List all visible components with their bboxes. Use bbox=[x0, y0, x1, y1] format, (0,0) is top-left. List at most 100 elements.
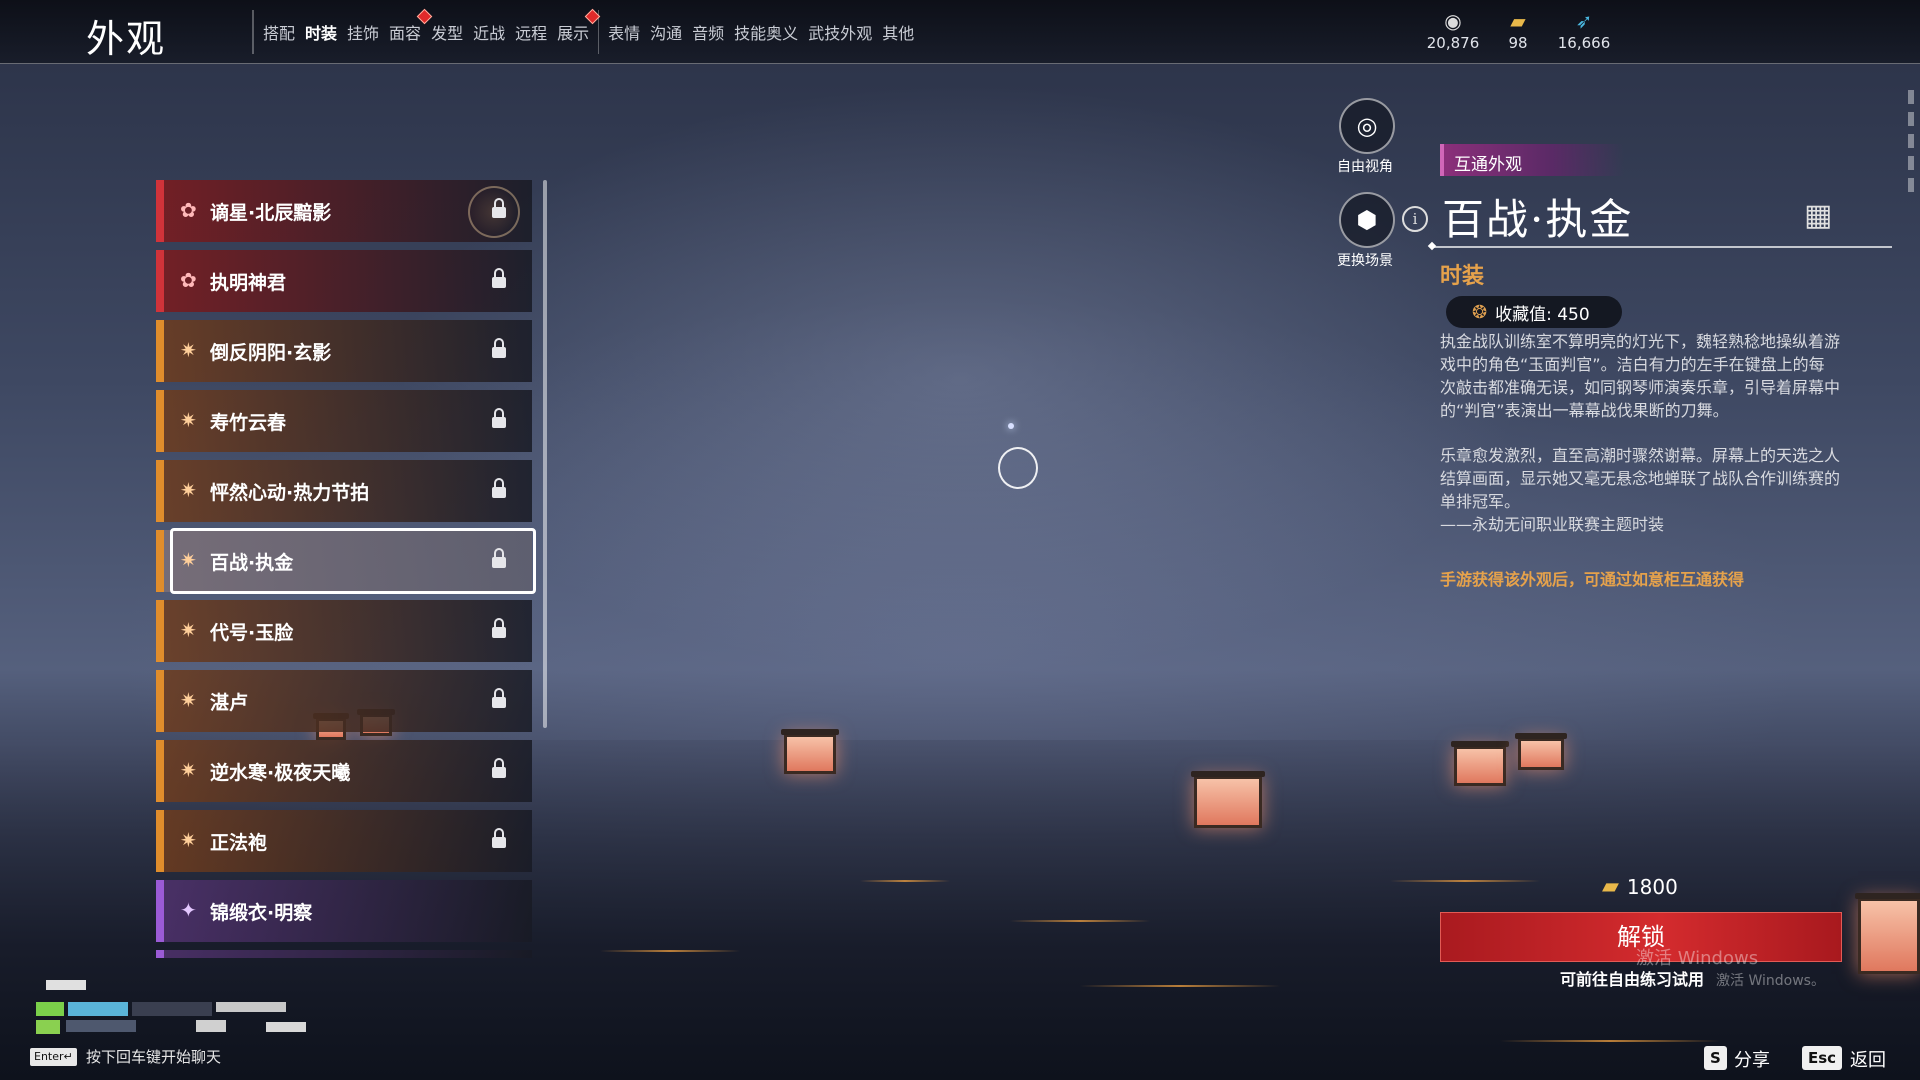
tab-label: 展示 bbox=[557, 24, 590, 43]
water-glint bbox=[1500, 1040, 1720, 1042]
tab-item[interactable]: 展示 bbox=[552, 0, 601, 64]
lock-icon bbox=[492, 688, 506, 708]
lock-icon bbox=[492, 338, 506, 358]
outfit-list-item[interactable]: ✷ 逆水寒·极夜天曦 bbox=[156, 740, 532, 802]
lock-icon bbox=[492, 548, 506, 568]
lock-icon bbox=[492, 478, 506, 498]
collection-value: 收藏值: 450 bbox=[1495, 304, 1590, 325]
rarity-star-icon: ✷ bbox=[180, 618, 197, 642]
scroll-pip bbox=[1908, 112, 1914, 126]
outfit-list-item[interactable]: ✷ 正法袍 bbox=[156, 810, 532, 872]
acquire-note: 手游获得该外观后，可通过如意柜互通获得 bbox=[1440, 570, 1745, 589]
description-paragraph: 执金战队训练室不算明亮的灯光下，魏轻熟稔地操纵着游戏中的角色“玉面判官”。洁白有… bbox=[1440, 332, 1841, 420]
info-icon[interactable]: i bbox=[1402, 206, 1428, 232]
rarity-star-icon: ✷ bbox=[180, 408, 197, 432]
tab-label: 远程 bbox=[515, 24, 548, 43]
back-key[interactable]: Esc bbox=[1802, 1046, 1843, 1070]
chat-log-pixelated bbox=[36, 980, 396, 1040]
rarity-star-icon: ✷ bbox=[180, 758, 197, 782]
tab-item[interactable]: 近战 bbox=[468, 0, 510, 64]
tab-item[interactable]: 搭配 bbox=[258, 0, 300, 64]
outfit-list-item[interactable]: ✷ 怦然心动·热力节拍 bbox=[156, 460, 532, 522]
outfit-list-item[interactable]: ✷ 代号·玉脸 bbox=[156, 600, 532, 662]
currency-coins-value: 20,876 bbox=[1426, 34, 1480, 52]
floating-lantern bbox=[1515, 733, 1567, 770]
outfit-name: 怦然心动·热力节拍 bbox=[210, 482, 370, 504]
tab-item[interactable]: 表情 bbox=[603, 0, 645, 64]
outfit-name: 正法袍 bbox=[210, 832, 268, 854]
lock-icon bbox=[492, 828, 506, 848]
rarity-star-icon: ✷ bbox=[180, 688, 197, 712]
coin-stack-icon: ◉ bbox=[1444, 9, 1462, 33]
water-glint bbox=[600, 950, 740, 952]
description-paragraph: 乐章愈发激烈，直至高潮时骤然谢幕。屏幕上的天选之人结算画面，显示她又毫无悬念地蝉… bbox=[1440, 446, 1841, 511]
tab-item[interactable]: 音频 bbox=[687, 0, 729, 64]
rarity-star-icon: ✦ bbox=[180, 898, 197, 922]
outfit-name: 代号·玉脸 bbox=[210, 622, 294, 644]
crossplay-tag: 互通外观 bbox=[1440, 144, 1624, 176]
tab-item[interactable]: 其他 bbox=[877, 0, 919, 64]
tab-item[interactable]: 技能奥义 bbox=[729, 0, 803, 64]
lock-icon bbox=[492, 198, 506, 218]
trial-hint[interactable]: 可前往自由练习试用 bbox=[1560, 966, 1704, 990]
chat-hint: 按下回车键开始聊天 bbox=[86, 1048, 222, 1066]
tab-item[interactable]: 时装 bbox=[300, 0, 343, 64]
tab-label: 表情 bbox=[608, 24, 641, 43]
outfit-list-item[interactable]: ✷ 百战·执金 bbox=[156, 528, 536, 594]
outfit-list-item[interactable]: ✷ 湛卢 bbox=[156, 670, 532, 732]
gift-icon[interactable]: ▦ bbox=[1804, 198, 1832, 233]
outfit-name: 锦缎衣·明察 bbox=[210, 902, 313, 924]
free-view-button[interactable]: ◎ bbox=[1339, 98, 1395, 154]
tab-label: 技能奥义 bbox=[734, 24, 799, 43]
outfit-list-item-peek bbox=[156, 950, 532, 958]
tab-item[interactable]: 沟通 bbox=[645, 0, 687, 64]
water-glint bbox=[1390, 880, 1540, 882]
collection-icon: ❂ bbox=[1472, 301, 1488, 323]
water-glint bbox=[1010, 920, 1150, 922]
tab-label: 近战 bbox=[473, 24, 506, 43]
water-glint bbox=[860, 880, 950, 882]
right-scroll-indicator bbox=[1908, 90, 1914, 270]
tab-item[interactable]: 挂饰 bbox=[342, 0, 384, 64]
back-label[interactable]: 返回 bbox=[1850, 1046, 1886, 1072]
tab-item[interactable]: 发型 bbox=[426, 0, 468, 64]
share-label[interactable]: 分享 bbox=[1734, 1046, 1770, 1072]
outfit-list-item[interactable]: ✿ 谪星·北辰黯影 bbox=[156, 180, 532, 242]
outfit-list-item[interactable]: ✿ 执明神君 bbox=[156, 250, 532, 312]
rarity-star-icon: ✷ bbox=[180, 828, 197, 852]
tab-label: 挂饰 bbox=[347, 24, 380, 43]
tab-label: 沟通 bbox=[650, 24, 683, 43]
currency-feather: ➶ 16,666 bbox=[1544, 10, 1624, 52]
collection-value-badge: ❂ 收藏值: 450 bbox=[1446, 296, 1622, 328]
scroll-pip bbox=[1908, 156, 1914, 170]
tab-item[interactable]: 面容 bbox=[384, 0, 433, 64]
lock-icon bbox=[492, 758, 506, 778]
top-divider bbox=[0, 63, 1920, 64]
tab-item[interactable]: 武技外观 bbox=[803, 0, 877, 64]
rarity-star-icon: ✷ bbox=[180, 478, 197, 502]
tab-label: 发型 bbox=[431, 24, 464, 43]
change-scene-label: 更换场景 bbox=[1337, 253, 1393, 269]
change-scene-button[interactable]: ⬢ bbox=[1339, 192, 1395, 248]
gold-ingot-icon: ▰ bbox=[1602, 874, 1619, 899]
list-scrollbar[interactable] bbox=[543, 180, 547, 728]
tab-item[interactable]: 远程 bbox=[510, 0, 552, 64]
outfit-list-item[interactable]: ✷ 倒反阴阳·玄影 bbox=[156, 320, 532, 382]
outfit-list-item[interactable]: ✦ 锦缎衣·明察 bbox=[156, 880, 532, 942]
top-bar: 外观 搭配 时装 挂饰 面容 发型 近战 远程 展示 表情 沟通 音频 技能奥义 武技外观 其他 ◉ 20… bbox=[0, 0, 1920, 64]
outfit-name: 倒反阴阳·玄影 bbox=[210, 342, 332, 364]
rarity-star-icon: ✷ bbox=[180, 548, 197, 572]
outfit-name: 执明神君 bbox=[210, 272, 287, 294]
share-key[interactable]: S bbox=[1704, 1046, 1727, 1070]
outfit-title: 百战·执金 bbox=[1442, 195, 1634, 244]
lock-icon bbox=[492, 618, 506, 638]
rarity-star-icon: ✿ bbox=[180, 268, 197, 292]
lock-icon bbox=[492, 408, 506, 428]
scene-cube-icon: ⬢ bbox=[1356, 206, 1378, 234]
floating-lantern bbox=[1855, 893, 1920, 974]
rarity-star-icon: ✿ bbox=[180, 198, 197, 222]
tab-label: 面容 bbox=[389, 24, 422, 43]
tab-label: 其他 bbox=[882, 24, 915, 43]
outfit-list-item[interactable]: ✷ 寿竹云春 bbox=[156, 390, 532, 452]
